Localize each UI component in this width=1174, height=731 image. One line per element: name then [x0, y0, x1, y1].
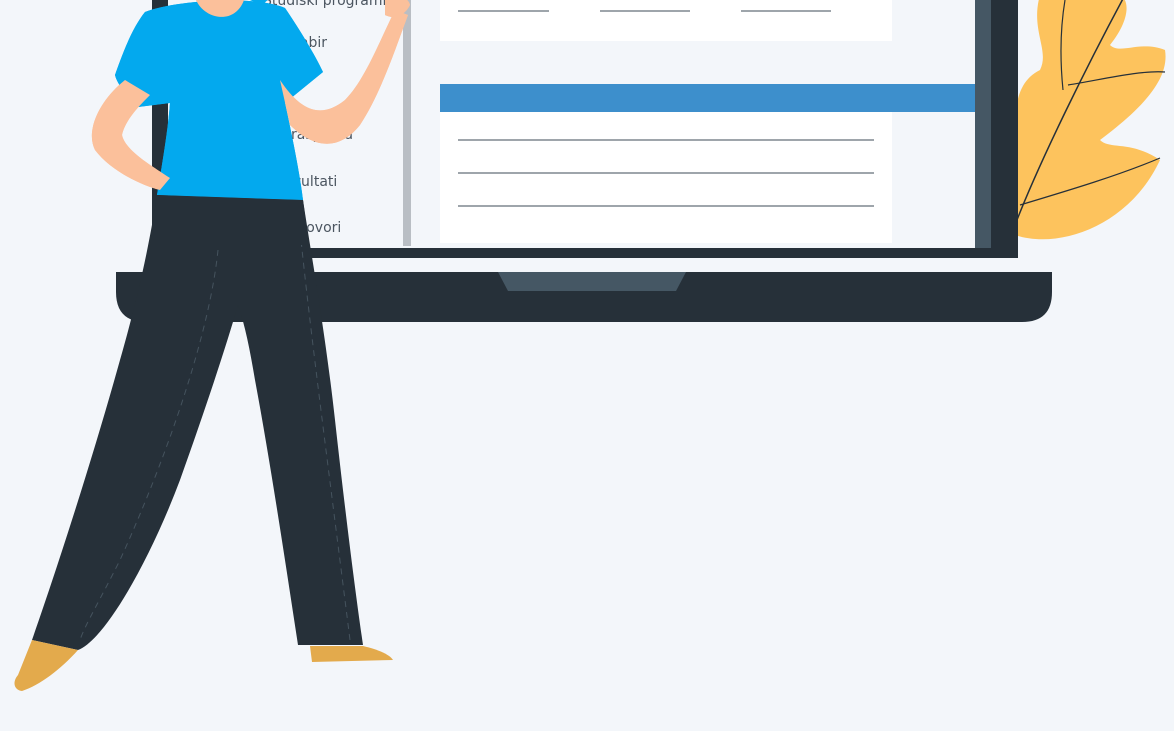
- sidebar-item-razgovori[interactable]: Razgovori: [272, 220, 341, 236]
- person-illustration: [14, 0, 410, 691]
- sidebar-item-moj-raspored[interactable]: Moj raspored: [262, 127, 353, 143]
- sidebar-item-rezultati[interactable]: Rezultati: [276, 174, 337, 190]
- content-header-bar: [440, 84, 975, 112]
- sidebar-item-studiski-programi[interactable]: Studiski programi: [263, 0, 386, 9]
- content-card-top: [440, 0, 892, 41]
- illustration: [14, 0, 1166, 691]
- sidebar-item-odabir[interactable]: Odabir: [280, 35, 327, 51]
- leaf-icon: [1014, 0, 1166, 240]
- content-card-bottom: [440, 112, 892, 243]
- sidebar-scrollbar[interactable]: [403, 0, 411, 246]
